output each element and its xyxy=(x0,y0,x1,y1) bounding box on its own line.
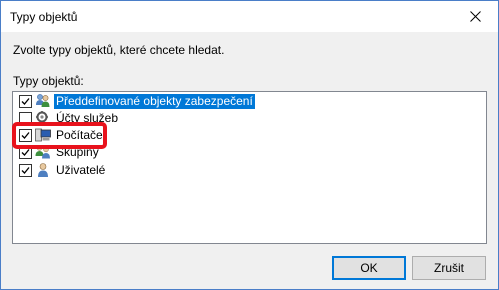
highlight-frame xyxy=(12,122,107,149)
dialog-title: Typy objektů xyxy=(10,10,78,24)
checkmark-icon xyxy=(21,166,30,174)
title-bar: Typy objektů xyxy=(1,1,498,32)
list-item-users[interactable]: Uživatelé xyxy=(19,162,319,178)
object-types-list[interactable]: Předdefinované objekty zabezpečení Účty … xyxy=(12,91,487,244)
item-label-users: Uživatelé xyxy=(56,162,106,177)
checkbox-users[interactable] xyxy=(19,163,32,177)
checkmark-icon xyxy=(21,97,30,105)
object-types-dialog: Typy objektů Zvolte typy objektů, které … xyxy=(0,0,499,290)
object-types-label: Typy objektů: xyxy=(13,74,84,88)
instruction-text: Zvolte typy objektů, které chcete hledat… xyxy=(13,43,225,57)
user-icon xyxy=(38,163,48,177)
close-icon xyxy=(469,10,481,22)
ok-button[interactable]: OK xyxy=(332,256,406,280)
item-label-security-principals: Předdefinované objekty zabezpečení xyxy=(54,93,255,109)
list-item-security-principals[interactable]: Předdefinované objekty zabezpečení xyxy=(19,93,319,109)
security-principals-icon xyxy=(36,94,50,107)
close-button[interactable] xyxy=(452,1,498,31)
checkbox-security-principals[interactable] xyxy=(19,94,32,108)
cancel-button[interactable]: Zrušit xyxy=(412,256,486,280)
